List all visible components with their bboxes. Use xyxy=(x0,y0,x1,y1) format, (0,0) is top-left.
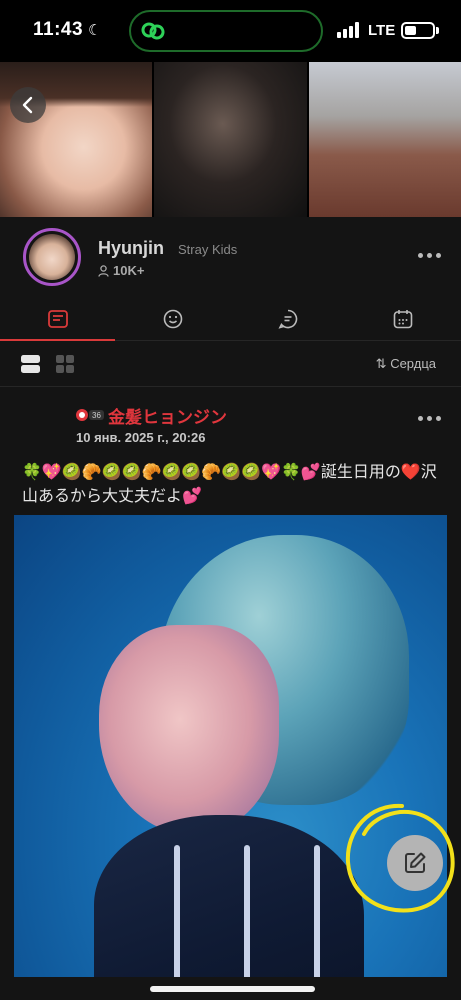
calendar-icon xyxy=(394,309,413,328)
post-more-button[interactable] xyxy=(418,416,441,421)
profile-header: Hyunjin Stray Kids 10K+ xyxy=(0,217,461,297)
moon-icon: ☾ xyxy=(88,21,102,39)
tab-feed[interactable] xyxy=(0,297,116,341)
sort-label: Сердца xyxy=(390,356,436,371)
chevron-left-icon xyxy=(22,96,33,114)
flair-badge: 36 xyxy=(76,409,104,421)
post-author[interactable]: 金髪ヒョンジン xyxy=(108,403,227,428)
banner-photo xyxy=(308,62,461,217)
smiley-icon xyxy=(163,309,183,328)
followers-count[interactable]: 10K+ xyxy=(98,263,144,278)
post-text: 🍀💖🥝🥐🥝🥝🥐🥝🥝🥐🥝🥝💖🍀💕誕生日用の❤️沢山あるから大丈夫だよ💕 xyxy=(22,462,437,505)
followers-value: 10K+ xyxy=(113,263,145,278)
home-indicator[interactable] xyxy=(150,986,315,992)
tab-emoji[interactable] xyxy=(115,297,230,340)
tab-calendar[interactable] xyxy=(346,297,461,340)
status-bar: 11:43 ☾ LTE xyxy=(0,0,461,62)
edit-icon xyxy=(405,852,426,873)
tab-chat[interactable] xyxy=(231,297,346,340)
profile-name: Hyunjin xyxy=(98,238,164,258)
post-date: 10 янв. 2025 г., 20:26 xyxy=(76,430,206,445)
person-icon xyxy=(98,264,109,277)
grid-view-icon[interactable] xyxy=(56,355,74,373)
profile-group: Stray Kids xyxy=(178,242,238,257)
sort-icon: ⇅ xyxy=(375,356,387,371)
battery-tip xyxy=(436,27,439,34)
network-label: LTE xyxy=(368,22,396,39)
banner-photo xyxy=(154,62,307,217)
chat-bubble-icon xyxy=(278,309,298,329)
feed-icon xyxy=(47,309,68,328)
sort-button[interactable]: ⇅ Сердца xyxy=(376,356,436,372)
link-icon xyxy=(141,22,165,40)
avatar[interactable] xyxy=(23,228,81,286)
status-time: 11:43 xyxy=(33,19,84,40)
profile-banner xyxy=(0,62,461,217)
banner-photo xyxy=(0,62,153,217)
profile-more-button[interactable] xyxy=(418,253,441,258)
list-view-icon[interactable] xyxy=(21,355,40,373)
compose-button[interactable] xyxy=(387,835,443,891)
dynamic-island[interactable] xyxy=(129,10,323,52)
post-header: 36 金髪ヒョンジン 10 янв. 2025 г., 20:26 xyxy=(0,400,461,450)
content-tabs xyxy=(0,297,461,341)
view-toolbar: ⇅ Сердца xyxy=(0,341,461,387)
battery-icon xyxy=(401,22,435,39)
post-image[interactable] xyxy=(14,515,447,977)
back-button[interactable] xyxy=(10,87,46,123)
flair-number: 36 xyxy=(92,411,101,420)
signal-icon xyxy=(337,22,359,38)
